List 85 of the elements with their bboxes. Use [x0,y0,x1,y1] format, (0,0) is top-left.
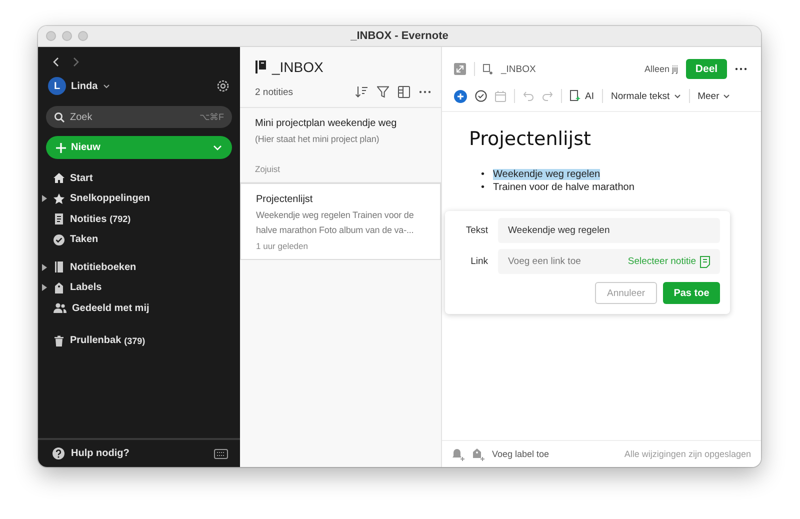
note-title: Projectenlijst [256,194,314,205]
sidebar-item[interactable]: Start [38,168,240,188]
sidebar-item-label: Prullenbak [70,335,122,346]
plus-icon [56,142,66,152]
sparkle-document-icon [570,90,581,102]
sidebar-item-label: Labels [70,282,102,294]
sort-icon[interactable] [355,86,368,98]
add-tag-icon[interactable] [472,448,485,460]
note-card[interactable]: Projectenlijst Weekendje weg regelen Trainen voor de halve marathon Foto album van de va-... 1 uur geleden [240,183,441,260]
sidebar-item-label: Gedeeld met mij [72,302,150,314]
back-icon[interactable] [52,57,60,67]
sidebar-item-label: Taken [70,234,98,246]
more-icon[interactable] [735,67,747,71]
breadcrumb-link[interactable]: _INBOX [501,64,536,74]
search-icon [54,112,65,122]
notebook-icon [483,64,493,74]
bullet-text: Weekendje weg regelen [493,169,600,180]
help-icon[interactable] [52,447,65,460]
sidebar-item[interactable]: Taken [38,230,240,250]
layout-icon[interactable] [398,86,410,98]
sidebar-item-label: Start [70,172,93,184]
share-scope-label: Alleen jij [644,64,678,74]
window-title: _INBOX - Evernote [350,30,450,42]
notebook-title: _INBOX [272,59,324,75]
sidebar-item-label: Snelkoppelingen [70,193,150,204]
text-style-dropdown[interactable]: Normale tekst [610,90,681,102]
expand-arrow-icon[interactable] [41,284,48,292]
note-icon [53,213,65,226]
add-tag-link[interactable]: Voeg label toe [492,449,550,459]
sidebar-item-label: Notitieboeken [70,262,136,273]
bullet-marker: • [481,181,486,194]
trash-icon [53,334,65,347]
bullet-text: Trainen voor de halve marathon [493,182,634,193]
bullet-marker: • [481,168,486,181]
sidebar-item[interactable]: Notitieboeken [38,257,240,278]
people-icon [53,302,67,314]
user-name[interactable]: Linda [71,80,98,92]
note-title: Mini projectplan weekendje weg [255,118,398,129]
home-icon [53,172,65,184]
add-reminder-icon[interactable] [452,448,465,460]
filter-icon[interactable] [377,86,389,98]
field-label: Tekst [464,225,488,236]
sidebar-item[interactable]: Notities (792) [38,209,240,230]
caret-icon [213,144,222,150]
sidebar-item[interactable]: Prullenbak (379) [38,330,240,351]
shortcut-hint: ⌥⌘F [200,112,224,122]
item-count: (379) [124,336,146,346]
user-avatar[interactable]: L [48,77,66,95]
notebook-icon [53,261,65,274]
more-dropdown[interactable]: Meer [698,90,730,102]
task-icon[interactable] [475,90,487,102]
item-count: (792) [110,214,131,224]
insert-icon[interactable] [454,90,467,102]
sidebar-item[interactable]: Gedeeld met mij [38,298,240,318]
caret-icon [674,94,681,98]
note-time: 1 uur geleden [256,241,309,251]
checkmark-circle-icon [53,234,65,246]
star-icon [53,192,65,205]
caret-icon [723,94,730,98]
field-label: Link [470,256,488,267]
expand-arrow-icon[interactable] [41,264,48,271]
sidebar-item[interactable]: Labels [38,278,240,298]
expand-arrow-icon[interactable] [41,195,48,202]
keyboard-icon[interactable] [214,448,228,458]
note-snippet: Weekendje weg regelen Trainen voor de halve marathon Foto album van de va-... [256,209,415,237]
more-icon[interactable] [419,90,431,94]
settings-icon[interactable] [216,79,230,93]
note-icon [700,256,710,268]
ai-button[interactable]: AI [570,90,594,102]
text-input-field[interactable]: Weekendje weg regelen [498,218,720,243]
link-input-field[interactable]: Voeg een link toe Selecteer notitie [498,249,720,274]
forward-icon[interactable] [72,57,80,67]
search-field[interactable]: Zoek ⌥⌘F [46,106,232,128]
notebook-icon [255,60,268,74]
note-heading: Projectenlijst [469,128,592,150]
expand-icon[interactable] [454,63,466,75]
tag-icon [53,282,65,294]
caret-icon[interactable] [102,84,110,88]
sidebar-item-label: Notities [70,214,107,225]
note-snippet: (Hier staat het mini project plan) [255,133,380,146]
note-count: 2 notities [255,86,294,98]
help-link[interactable]: Hulp nodig? [71,448,130,459]
save-status: Alle wijzigingen zijn opgeslagen [624,449,751,459]
note-time: Zojuist [255,164,282,174]
sidebar-item[interactable]: Snelkoppelingen [38,188,240,209]
